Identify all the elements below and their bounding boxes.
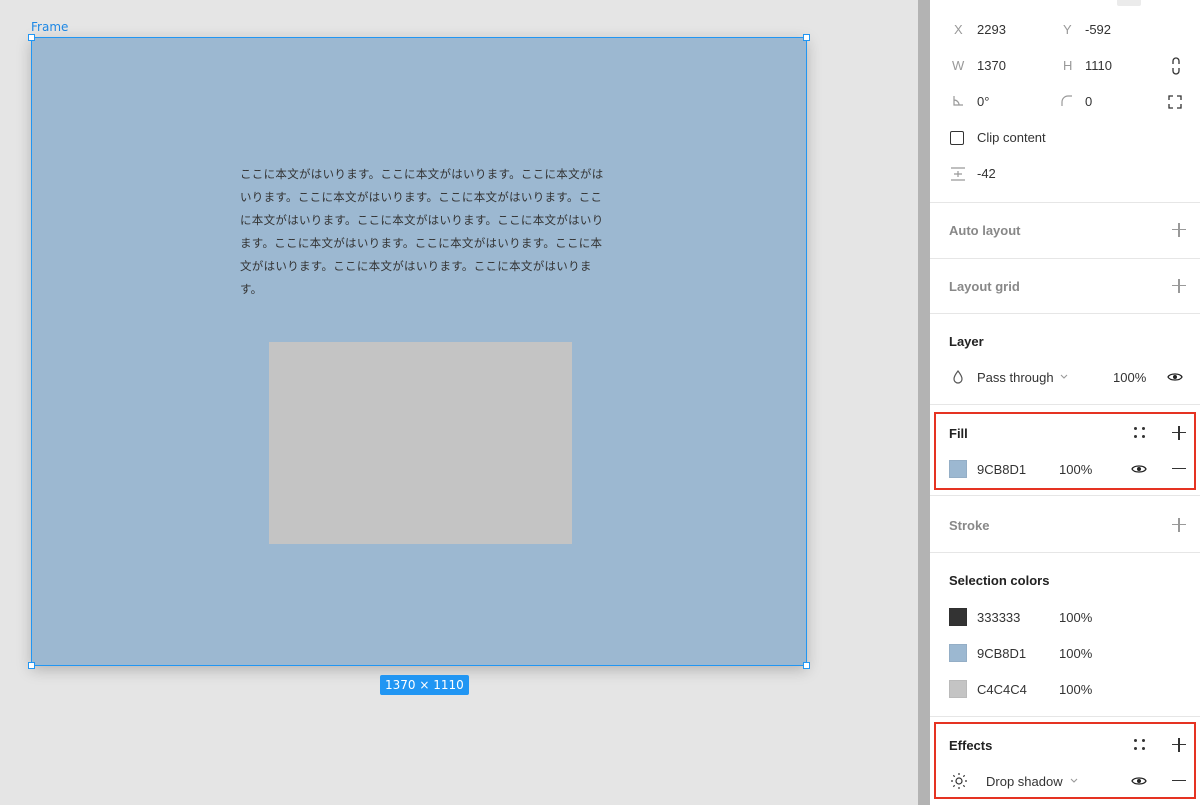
clip-content-checkbox[interactable]	[950, 131, 964, 145]
layer-title: Layer	[949, 334, 984, 349]
x-label: X	[954, 22, 963, 37]
chevron-down-icon[interactable]	[1060, 374, 1068, 380]
add-auto-layout-icon[interactable]	[1172, 223, 1186, 237]
w-label: W	[952, 58, 965, 73]
selection-color-swatch[interactable]	[949, 644, 967, 662]
spacing-icon	[951, 167, 965, 181]
eye-icon[interactable]	[1167, 371, 1183, 383]
selection-color-opacity[interactable]: 100%	[1059, 682, 1092, 697]
selection-color-opacity[interactable]: 100%	[1059, 646, 1092, 661]
h-input[interactable]: 1110	[1085, 58, 1112, 73]
resize-handle-bottom-right[interactable]	[803, 662, 810, 669]
stroke-title: Stroke	[949, 518, 990, 533]
auto-layout-title: Auto layout	[949, 223, 1021, 238]
selection-colors-title: Selection colors	[949, 573, 1050, 588]
layout-grid-title: Layout grid	[949, 279, 1020, 294]
resize-handle-top-left[interactable]	[28, 34, 35, 41]
selection-color-hex[interactable]: C4C4C4	[977, 682, 1027, 697]
clip-content-label: Clip content	[977, 130, 1046, 145]
selection-color-swatch[interactable]	[949, 680, 967, 698]
panel-tab[interactable]	[1117, 0, 1141, 6]
resize-handle-bottom-left[interactable]	[28, 662, 35, 669]
size-badge: 1370 × 1110	[380, 675, 469, 695]
effects-highlight-box	[934, 722, 1196, 799]
add-layout-grid-icon[interactable]	[1172, 279, 1186, 293]
w-input[interactable]: 1370	[977, 58, 1006, 73]
fill-highlight-box	[934, 412, 1196, 490]
selection-color-hex[interactable]: 333333	[977, 610, 1020, 625]
resize-handle-top-right[interactable]	[803, 34, 810, 41]
rotation-icon	[953, 96, 963, 106]
body-text[interactable]: ここに本文がはいります。ここに本文がはいります。ここに本文がはいります。ここに本…	[240, 163, 605, 301]
y-label: Y	[1063, 22, 1072, 37]
independent-corners-icon[interactable]	[1168, 95, 1182, 109]
corner-radius-icon	[1061, 95, 1072, 106]
properties-panel: X 2293 Y -592 W 1370 H 1110 0° 0 Clip co…	[930, 0, 1200, 805]
h-label: H	[1063, 58, 1073, 73]
frame-label[interactable]: Frame	[31, 20, 68, 34]
blend-mode-icon	[953, 370, 963, 384]
x-input[interactable]: 2293	[977, 22, 1006, 37]
canvas[interactable]: Frame ここに本文がはいります。ここに本文がはいります。ここに本文がはいりま…	[0, 0, 918, 805]
rotation-input[interactable]: 0°	[977, 94, 989, 109]
frame[interactable]: ここに本文がはいります。ここに本文がはいります。ここに本文がはいります。ここに本…	[28, 34, 810, 669]
layer-opacity-input[interactable]: 100%	[1113, 370, 1146, 385]
selection-color-swatch[interactable]	[949, 608, 967, 626]
add-stroke-icon[interactable]	[1172, 518, 1186, 532]
constrain-proportions-icon[interactable]	[1169, 56, 1183, 76]
blend-mode-dropdown[interactable]: Pass through	[977, 370, 1054, 385]
clip-content-row[interactable]: Clip content	[930, 120, 1200, 156]
panel-divider[interactable]	[918, 0, 930, 805]
selection-color-hex[interactable]: 9CB8D1	[977, 646, 1026, 661]
spacing-input[interactable]: -42	[977, 166, 996, 181]
selection-color-opacity[interactable]: 100%	[1059, 610, 1092, 625]
radius-input[interactable]: 0	[1085, 94, 1092, 109]
y-input[interactable]: -592	[1085, 22, 1111, 37]
placeholder-rectangle[interactable]	[269, 342, 572, 544]
